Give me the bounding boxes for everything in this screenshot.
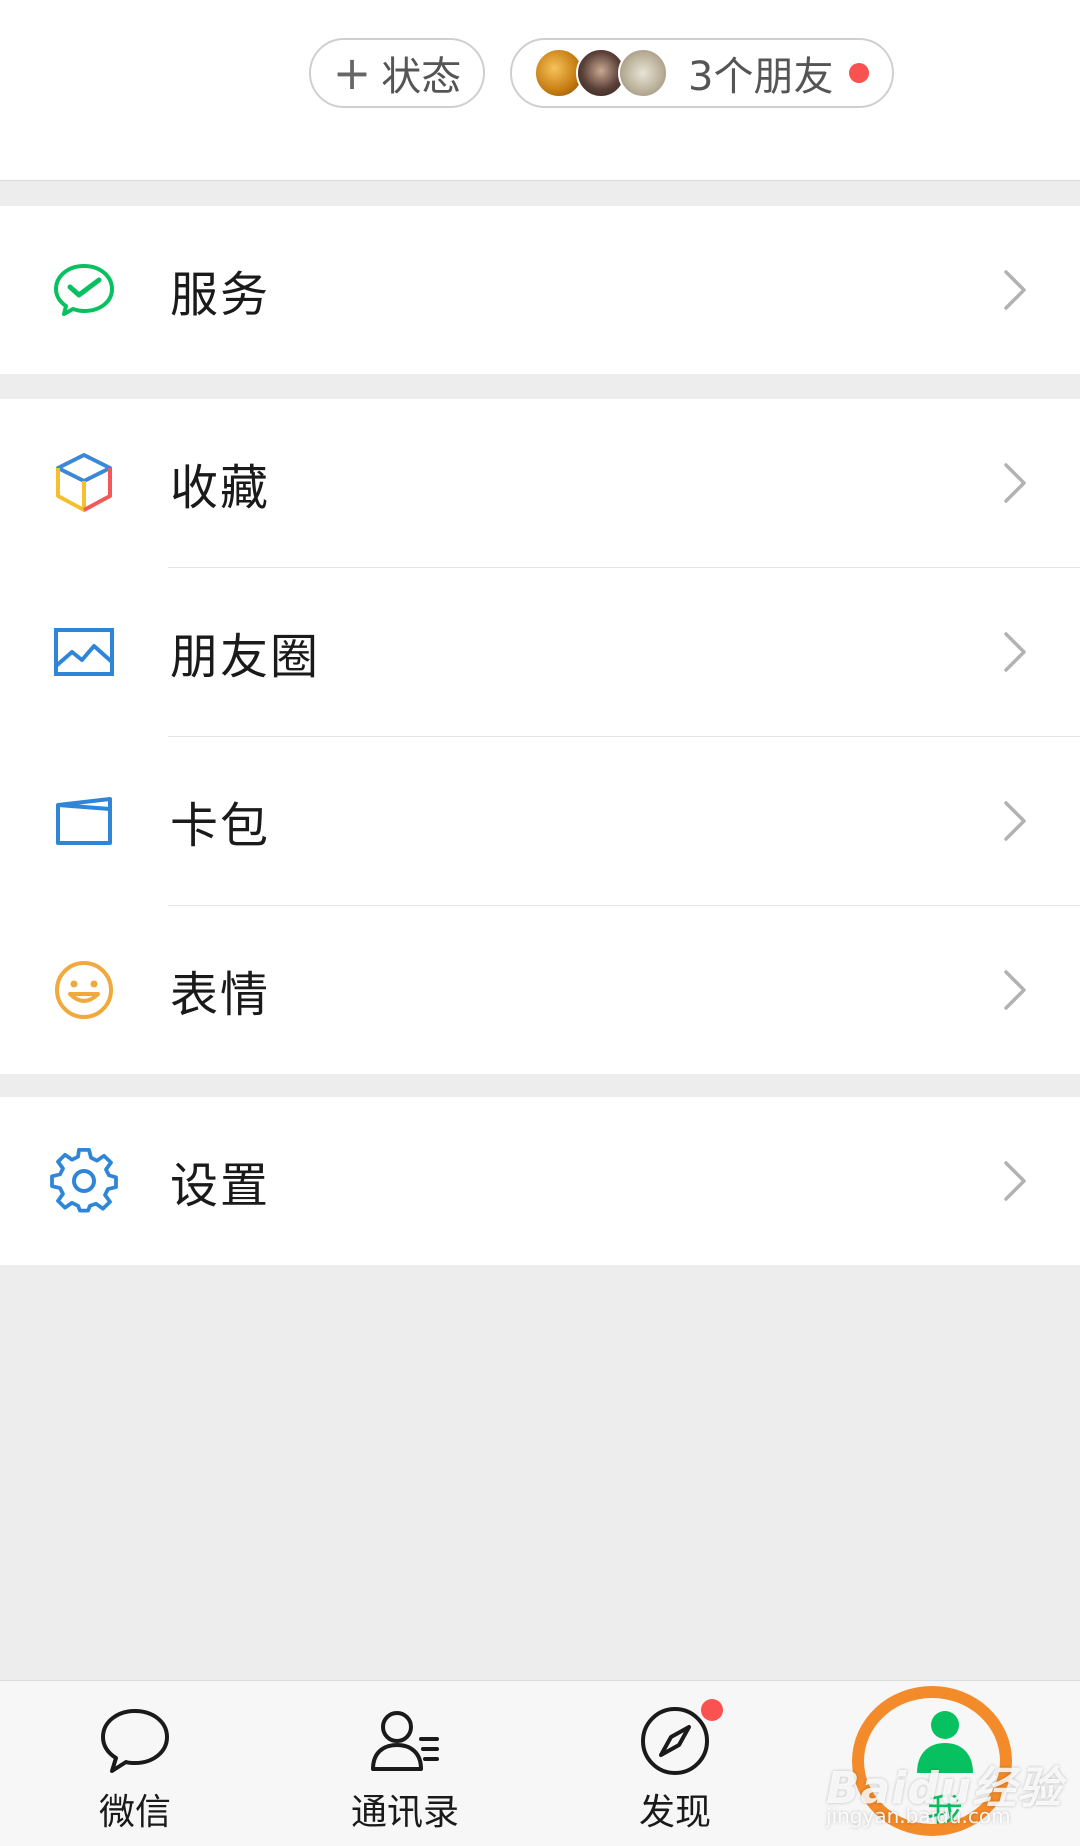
friend-avatars bbox=[534, 48, 668, 98]
menu-label-services: 服务 bbox=[170, 267, 271, 323]
me-page: + 状态 3个朋友 服务 收藏 朋友圈 卡包 表情 设置 微信 通讯录 发现 我… bbox=[0, 0, 1080, 1846]
wechat-pay-icon bbox=[54, 264, 114, 316]
friends-status-button[interactable]: 3个朋友 bbox=[510, 38, 894, 108]
tab-chats[interactable]: 微信 bbox=[35, 1681, 235, 1846]
features-group: 收藏 朋友圈 卡包 表情 bbox=[0, 399, 1080, 1074]
discover-badge-dot bbox=[701, 1699, 723, 1721]
gear-icon bbox=[50, 1148, 118, 1213]
menu-item-card-pack[interactable]: 卡包 bbox=[0, 737, 1080, 905]
chevron-right-icon bbox=[1004, 632, 1026, 672]
tab-contacts[interactable]: 通讯录 bbox=[305, 1681, 505, 1846]
add-status-button[interactable]: + 状态 bbox=[309, 38, 485, 108]
avatar bbox=[618, 48, 668, 98]
services-group: 服务 bbox=[0, 206, 1080, 374]
chat-bubble-icon bbox=[101, 1709, 169, 1773]
plus-icon: + bbox=[332, 46, 372, 100]
watermark-url: jingyan.baidu.com bbox=[826, 1804, 1011, 1828]
tab-label-contacts: 通讯录 bbox=[350, 1792, 459, 1833]
card-icon bbox=[56, 797, 112, 845]
chevron-right-icon bbox=[1004, 270, 1026, 310]
status-label: 状态 bbox=[381, 54, 462, 100]
menu-label-moments: 朋友圈 bbox=[170, 629, 321, 685]
chevron-right-icon bbox=[1004, 1161, 1026, 1201]
menu-label-settings: 设置 bbox=[170, 1158, 271, 1214]
settings-group: 设置 bbox=[0, 1097, 1080, 1265]
menu-item-favorites[interactable]: 收藏 bbox=[0, 399, 1080, 567]
tab-label-discover: 发现 bbox=[638, 1792, 711, 1833]
picture-icon bbox=[54, 628, 114, 676]
menu-item-settings[interactable]: 设置 bbox=[0, 1097, 1080, 1265]
menu-label-stickers: 表情 bbox=[170, 967, 271, 1023]
tab-discover[interactable]: 发现 bbox=[575, 1681, 775, 1846]
chevron-right-icon bbox=[1004, 970, 1026, 1010]
new-badge-dot bbox=[849, 63, 870, 83]
contacts-icon bbox=[371, 1711, 439, 1771]
menu-item-stickers[interactable]: 表情 bbox=[0, 906, 1080, 1074]
menu-item-moments[interactable]: 朋友圈 bbox=[0, 568, 1080, 736]
tab-label-chats: 微信 bbox=[98, 1792, 171, 1833]
menu-label-favorites: 收藏 bbox=[170, 460, 271, 516]
smiley-icon bbox=[55, 961, 113, 1019]
chevron-right-icon bbox=[1004, 463, 1026, 503]
friends-count-label: 3个朋友 bbox=[688, 54, 834, 100]
profile-header: + 状态 3个朋友 bbox=[0, 0, 1080, 181]
menu-item-services[interactable]: 服务 bbox=[0, 206, 1080, 374]
menu-label-card-pack: 卡包 bbox=[170, 798, 271, 854]
chevron-right-icon bbox=[1004, 801, 1026, 841]
cube-icon bbox=[56, 453, 112, 512]
